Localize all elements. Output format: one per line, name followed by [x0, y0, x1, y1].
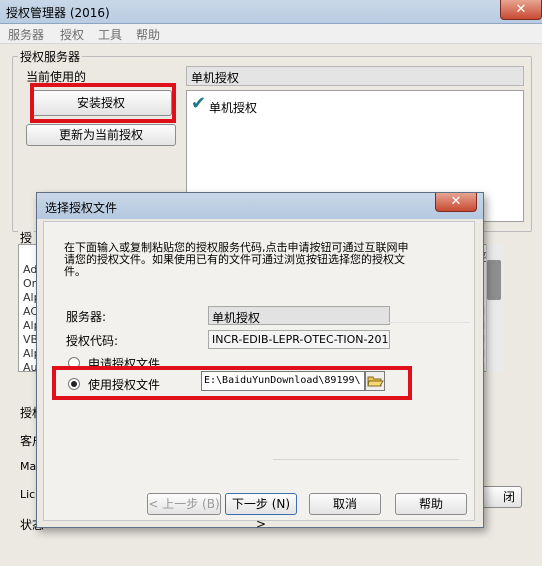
menu-license[interactable]: 授权 [60, 26, 84, 43]
dialog-close-button[interactable]: ✕ [435, 193, 477, 212]
license-code-label: 授权代码: [66, 334, 119, 348]
main-window-title: 授权管理器 (2016) [6, 6, 110, 20]
current-license-display: 单机授权 [186, 66, 524, 86]
license-code-field[interactable]: INCR-EDIB-LEPR-OTEC-TION-2016 [208, 330, 390, 349]
server-label: 服务器: [66, 310, 107, 324]
cancel-button[interactable]: 取消 [309, 493, 381, 515]
prev-button[interactable]: < 上一步 (B) [147, 493, 221, 515]
help-button[interactable]: 帮助 [395, 493, 467, 515]
highlight-use-license-file-box [52, 366, 412, 400]
dialog-title: 选择授权文件 [45, 201, 118, 215]
checkmark-icon: ✔ [191, 93, 207, 114]
update-to-current-button[interactable]: 更新为当前授权 [26, 124, 176, 146]
menubar: 服务器 授权 工具 帮助 [0, 24, 542, 44]
list-item: Or [23, 277, 37, 290]
next-button[interactable]: 下一步 (N) > [225, 493, 297, 531]
list-scrollbar-thumb[interactable] [487, 260, 501, 300]
dialog-titlebar: 选择授权文件 ✕ [37, 193, 483, 219]
license-list-item[interactable]: 单机授权 [209, 99, 257, 116]
menu-tools[interactable]: 工具 [98, 26, 122, 43]
main-titlebar: 授权管理器 (2016) ✕ [0, 0, 542, 24]
menu-server[interactable]: 服务器 [8, 26, 44, 43]
license-server-group-label: 授权服务器 [18, 48, 83, 65]
select-license-file-dialog: 选择授权文件 ✕ 在下面输入或复制粘贴您的授权服务代码,点击申请按钮可通过互联网… [36, 192, 484, 531]
main-close-button[interactable]: ✕ [500, 0, 542, 20]
highlight-install-box [30, 83, 176, 123]
dialog-instructions: 在下面输入或复制粘贴您的授权服务代码,点击申请按钮可通过互联网申请您的授权文件。… [64, 241, 409, 278]
menu-help[interactable]: 帮助 [136, 26, 160, 43]
